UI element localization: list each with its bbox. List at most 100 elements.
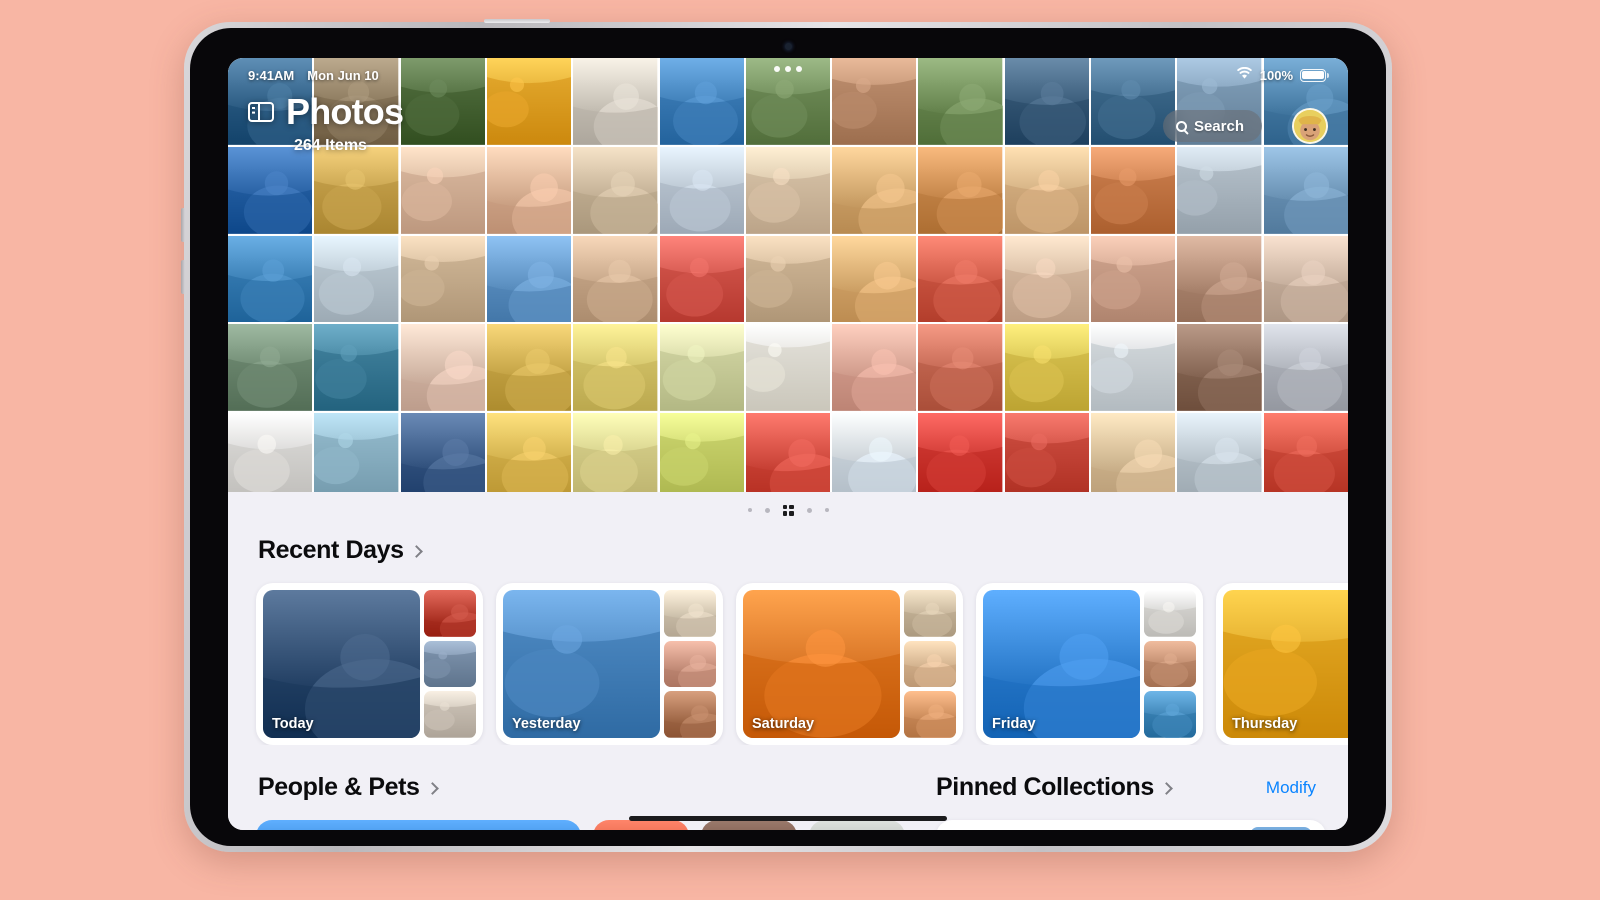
people-pets-wide-card[interactable]: [256, 820, 581, 830]
photo-thumbnail[interactable]: [314, 235, 399, 323]
recent-day-thumbnail[interactable]: [1144, 590, 1196, 637]
recent-day-thumbnail[interactable]: [1144, 691, 1196, 739]
recent-day-thumbnail[interactable]: [664, 640, 716, 688]
recent-day-main-photo[interactable]: Saturday: [743, 590, 900, 738]
recent-day-thumbnail[interactable]: [664, 590, 716, 637]
photo-thumbnail[interactable]: [1004, 235, 1090, 323]
photo-thumbnail[interactable]: [573, 146, 658, 234]
photo-thumbnail[interactable]: [832, 235, 917, 323]
photo-thumbnail[interactable]: [659, 146, 744, 234]
volume-down-button[interactable]: [181, 260, 185, 294]
photo-thumbnail[interactable]: [659, 235, 744, 323]
photo-thumbnail[interactable]: [918, 146, 1003, 234]
photo-thumbnail[interactable]: [1263, 324, 1348, 412]
photo-thumbnail[interactable]: [918, 235, 1003, 323]
photo-thumbnail[interactable]: [400, 324, 485, 412]
photo-thumbnail[interactable]: [400, 58, 485, 145]
zoom-level-active-grid-icon[interactable]: [782, 504, 794, 516]
people-pets-header[interactable]: People & Pets: [228, 773, 928, 802]
photo-thumbnail[interactable]: [659, 324, 744, 412]
photo-thumbnail[interactable]: [1091, 146, 1176, 234]
pinned-collection-thumbnail[interactable]: [1250, 827, 1312, 830]
photo-thumbnail[interactable]: [573, 58, 658, 145]
recent-day-thumbnail[interactable]: [664, 691, 716, 739]
photo-thumbnail[interactable]: [1091, 324, 1176, 412]
zoom-level-3[interactable]: [806, 507, 812, 513]
people-pets-card[interactable]: [701, 820, 797, 830]
grid-zoom-control[interactable]: [228, 492, 1348, 528]
avatar[interactable]: [1292, 108, 1328, 144]
recent-day-main-photo[interactable]: Thursday: [1223, 590, 1348, 738]
people-pets-card[interactable]: [809, 820, 905, 830]
photo-thumbnail[interactable]: [832, 58, 917, 145]
recent-day-thumbnail[interactable]: [424, 640, 476, 688]
photo-thumbnail[interactable]: [918, 324, 1003, 412]
photo-thumbnail[interactable]: [1091, 235, 1176, 323]
photo-thumbnail[interactable]: [314, 146, 399, 234]
photo-thumbnail[interactable]: [832, 146, 917, 234]
photo-thumbnail[interactable]: [228, 413, 313, 500]
modify-button[interactable]: Modify: [1266, 778, 1326, 798]
photo-thumbnail[interactable]: [1091, 413, 1176, 500]
photo-thumbnail[interactable]: [1177, 235, 1262, 323]
photo-thumbnail[interactable]: [1004, 413, 1090, 500]
recent-day-thumbnail[interactable]: [904, 590, 956, 637]
recent-day-main-photo[interactable]: Friday: [983, 590, 1140, 738]
photo-thumbnail[interactable]: [400, 413, 485, 500]
people-pets-card[interactable]: [593, 820, 689, 830]
recent-day-thumbnail[interactable]: [424, 691, 476, 739]
photo-thumbnail[interactable]: [486, 235, 572, 323]
photo-thumbnail[interactable]: [1004, 324, 1090, 412]
photo-thumbnail[interactable]: [1004, 58, 1090, 145]
photo-thumbnail[interactable]: [573, 324, 658, 412]
photo-thumbnail[interactable]: [745, 413, 831, 500]
recent-day-card[interactable]: Today: [256, 583, 483, 745]
photo-thumbnail[interactable]: [573, 413, 658, 500]
photo-thumbnail[interactable]: [659, 413, 744, 500]
volume-up-button[interactable]: [181, 208, 185, 242]
photo-thumbnail[interactable]: [918, 413, 1003, 500]
recent-day-card[interactable]: Saturday: [736, 583, 963, 745]
power-button[interactable]: [484, 19, 550, 23]
photo-thumbnail[interactable]: [486, 413, 572, 500]
photo-thumbnail[interactable]: [228, 235, 313, 323]
zoom-level-1[interactable]: [764, 507, 770, 513]
home-indicator[interactable]: [629, 816, 947, 821]
pinned-collection-row[interactable]: Favorites: [936, 820, 1326, 830]
zoom-level-4[interactable]: [824, 508, 829, 512]
photo-thumbnail[interactable]: [486, 324, 572, 412]
photo-thumbnail[interactable]: [832, 324, 917, 412]
photo-thumbnail[interactable]: [400, 146, 485, 234]
photo-thumbnail[interactable]: [486, 146, 572, 234]
recent-day-main-photo[interactable]: Yesterday: [503, 590, 660, 738]
recent-day-thumbnail[interactable]: [904, 640, 956, 688]
multitasking-dots-icon[interactable]: [774, 66, 802, 72]
recent-day-thumbnail[interactable]: [1144, 640, 1196, 688]
recent-day-thumbnail[interactable]: [424, 590, 476, 637]
photo-thumbnail[interactable]: [314, 58, 399, 145]
photo-thumbnail[interactable]: [745, 235, 831, 323]
recent-days-header[interactable]: Recent Days: [228, 536, 1348, 565]
recent-day-card[interactable]: Yesterday: [496, 583, 723, 745]
photo-thumbnail[interactable]: [1004, 146, 1090, 234]
photo-thumbnail[interactable]: [745, 324, 831, 412]
photo-thumbnail[interactable]: [228, 324, 313, 412]
photo-thumbnail[interactable]: [1091, 58, 1176, 145]
recent-day-card[interactable]: Friday: [976, 583, 1203, 745]
photo-thumbnail[interactable]: [1263, 235, 1348, 323]
photo-thumbnail[interactable]: [228, 146, 313, 234]
photo-thumbnail[interactable]: [400, 235, 485, 323]
recent-day-main-photo[interactable]: Today: [263, 590, 420, 738]
photo-thumbnail[interactable]: [314, 413, 399, 500]
photo-thumbnail[interactable]: [1263, 413, 1348, 500]
photo-thumbnail[interactable]: [486, 58, 572, 145]
photo-thumbnail[interactable]: [832, 413, 917, 500]
photo-thumbnail[interactable]: [573, 235, 658, 323]
photo-thumbnail[interactable]: [1177, 146, 1262, 234]
pinned-collections-title-group[interactable]: Pinned Collections: [936, 773, 1173, 802]
search-button[interactable]: Search: [1162, 110, 1262, 142]
zoom-level-0[interactable]: [747, 508, 752, 512]
recent-day-thumbnail[interactable]: [904, 691, 956, 739]
photo-thumbnail[interactable]: [1263, 146, 1348, 234]
photo-thumbnail[interactable]: [1177, 324, 1262, 412]
